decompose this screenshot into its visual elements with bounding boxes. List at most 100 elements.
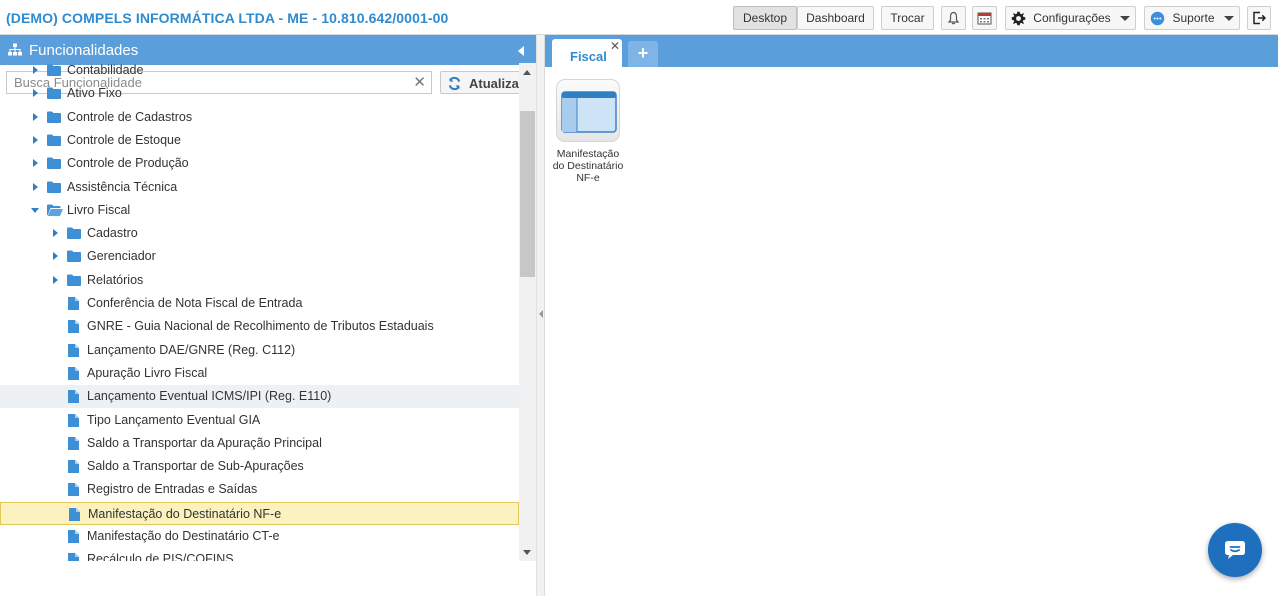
expand-right-icon[interactable] [33,113,38,121]
tree-file-item[interactable]: Saldo a Transportar da Apuração Principa… [0,432,519,455]
tab-fiscal[interactable]: Fiscal ✕ [552,39,622,67]
tree-item-label: Manifestação do Destinatário NF-e [88,507,282,521]
expand-right-icon[interactable] [33,66,38,74]
expand-right-icon[interactable] [33,89,38,97]
desktop-button[interactable]: Desktop [733,6,797,30]
tree-file-item[interactable]: Lançamento DAE/GNRE (Reg. C112) [0,339,519,362]
logout-icon [1253,11,1266,25]
panel-title: Funcionalidades [29,42,139,59]
tree-file-item[interactable]: Manifestação do Destinatário CT-e [0,525,519,548]
file-icon [68,553,79,561]
tree-item-label: Manifestação do Destinatário CT-e [87,529,280,543]
tree-file-item[interactable]: Registro de Entradas e Saídas [0,478,519,501]
chat-button[interactable] [1208,523,1262,577]
calendar-button[interactable] [972,6,997,30]
tree-item-label: Gerenciador [87,249,156,263]
tree-folder-item[interactable]: Contabilidade [0,63,519,82]
tree-folder-item[interactable]: Ativo Fixo [0,82,519,105]
file-icon [69,508,80,524]
expand-right-icon[interactable] [33,159,38,167]
scroll-down-icon[interactable] [523,550,531,555]
tree-item-label: Recálculo de PIS/COFINS [87,552,234,561]
folder-icon [47,64,61,79]
company-title: (DEMO) COMPELS INFORMÁTICA LTDA - ME - 1… [6,10,449,26]
file-icon [68,483,79,499]
expand-right-icon[interactable] [53,229,58,237]
tree-file-item[interactable]: Apuração Livro Fiscal [0,362,519,385]
configuracoes-label: Configurações [1033,11,1111,25]
tree-file-item[interactable]: Lançamento Eventual ICMS/IPI (Reg. E110) [0,385,519,408]
file-icon [68,297,79,313]
tree-folder-item[interactable]: Livro Fiscal [0,199,519,222]
folder-icon [67,227,81,242]
add-tab-button[interactable]: + [628,41,658,67]
tree-item-label: Controle de Cadastros [67,110,193,124]
panel-splitter[interactable] [536,35,545,596]
tree-folder-item[interactable]: Assistência Técnica [0,176,519,199]
expand-right-icon[interactable] [53,276,58,284]
tree-folder-item[interactable]: Cadastro [0,222,519,245]
configuracoes-dropdown[interactable]: Configurações [1005,6,1136,30]
suporte-label: Suporte [1172,11,1215,25]
expand-down-icon[interactable] [31,208,39,213]
sitemap-icon [8,43,22,56]
expand-right-icon[interactable] [53,252,58,260]
folder-icon [47,134,61,149]
logout-button[interactable] [1247,6,1271,30]
app-tile [556,79,620,142]
calendar-icon [977,12,992,25]
close-tab-icon[interactable]: ✕ [610,40,620,52]
tree-folder-item[interactable]: Controle de Produção [0,152,519,175]
tree-file-item[interactable]: Tipo Lançamento Eventual GIA [0,409,519,432]
scroll-up-icon[interactable] [523,70,531,75]
splitter-collapse-icon[interactable] [539,310,543,318]
tree-item-label: Saldo a Transportar de Sub-Apurações [87,459,304,473]
scrollbar-thumb[interactable] [520,111,535,277]
collapse-panel-icon[interactable] [518,46,524,56]
file-icon [68,530,79,546]
tree-item-label: Apuração Livro Fiscal [87,366,208,380]
file-icon [68,460,79,476]
notifications-button[interactable] [941,6,966,30]
tree-file-item[interactable]: GNRE - Guia Nacional de Recolhimento de … [0,315,519,338]
tree-folder-item[interactable]: Gerenciador [0,245,519,268]
tree-item-label: Saldo a Transportar da Apuração Principa… [87,436,322,450]
file-icon [68,414,79,430]
tree-file-item[interactable]: Saldo a Transportar de Sub-Apurações [0,455,519,478]
folder-open-icon [47,204,63,219]
gear-icon [1012,11,1026,25]
panel-header: Funcionalidades [0,35,536,65]
tree-item-label: Contabilidade [67,63,144,77]
window-app-icon [561,91,617,133]
trocar-button[interactable]: Trocar [881,6,934,30]
file-icon [68,437,79,453]
tree-file-item[interactable]: Manifestação do Destinatário NF-e [0,502,519,525]
suporte-dropdown[interactable]: Suporte [1144,6,1240,30]
tree-item-label: Livro Fiscal [67,203,131,217]
tree-item-label: Lançamento DAE/GNRE (Reg. C112) [87,343,296,357]
chevron-down-icon [1119,15,1130,21]
tree-file-item[interactable]: Conferência de Nota Fiscal de Entrada [0,292,519,315]
dashboard-button[interactable]: Dashboard [797,6,874,30]
tree-folder-item[interactable]: Controle de Estoque [0,129,519,152]
tree-item-label: GNRE - Guia Nacional de Recolhimento de … [87,319,434,333]
expand-right-icon[interactable] [33,183,38,191]
tree-item-label: Controle de Estoque [67,133,181,147]
tree-item-label: Cadastro [87,226,138,240]
tree-scrollbar[interactable] [519,63,536,561]
folder-icon [67,274,81,289]
bell-icon [947,11,960,25]
expand-right-icon[interactable] [33,136,38,144]
support-icon [1151,11,1165,25]
desktop-shortcut[interactable]: Manifestação do Destinatário NF-e [552,79,624,184]
tree-folder-item[interactable]: Relatórios [0,269,519,292]
tree-file-item[interactable]: Recálculo de PIS/COFINS [0,548,519,561]
folder-icon [47,111,61,126]
tree-folder-item[interactable]: Controle de Cadastros [0,106,519,129]
folder-icon [47,181,61,196]
tab-fiscal-label: Fiscal [570,49,607,64]
functionalities-tree: Contabilidade Ativo Fixo Controle de Cadas… [0,63,519,561]
folder-icon [47,87,61,102]
chat-icon [1225,541,1245,559]
tree-item-label: Controle de Produção [67,156,189,170]
